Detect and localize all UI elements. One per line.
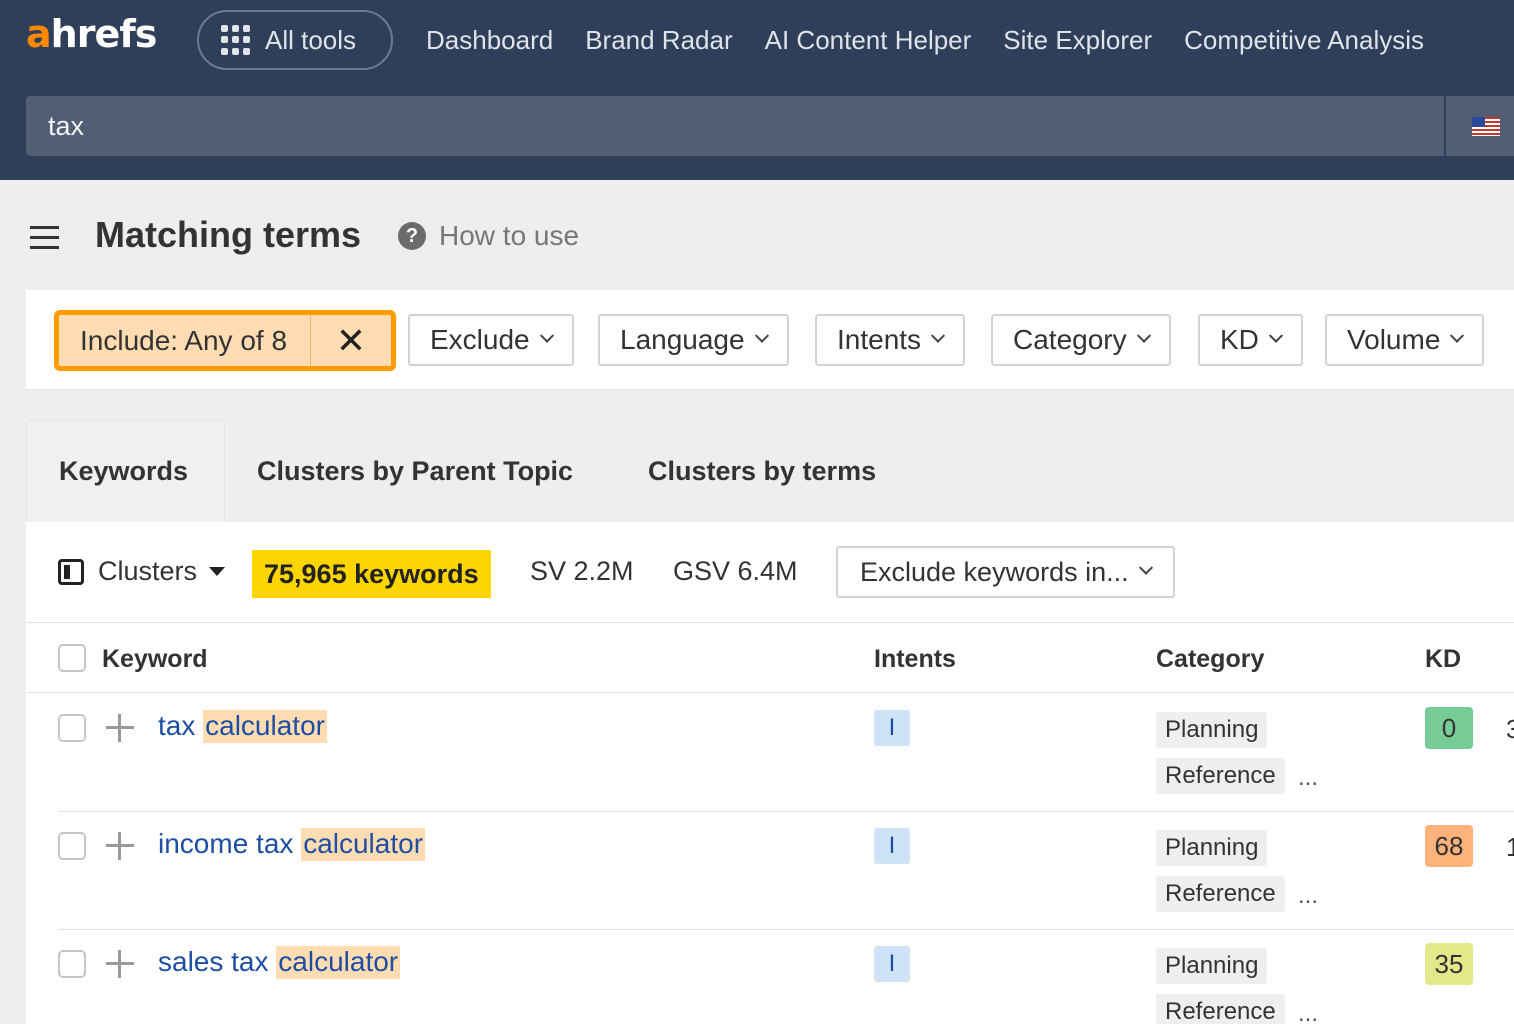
caret-down-icon [209,567,226,576]
all-tools-button[interactable]: All tools [197,10,393,70]
close-icon[interactable]: ✕ [311,320,391,362]
language-filter[interactable]: Language [598,314,789,366]
plus-icon[interactable] [106,950,134,978]
us-flag-icon [1472,116,1500,136]
nav-brand-radar[interactable]: Brand Radar [569,25,748,56]
chevron-down-icon [930,328,946,343]
table-row: income tax calculator I Planning Referen… [26,812,1514,930]
search-volume-stat: SV 2.2M [530,556,634,586]
nav-competitive-analysis[interactable]: Competitive Analysis [1168,25,1440,56]
chevron-down-icon [1450,328,1465,343]
chevron-down-icon [1136,328,1151,343]
top-nav: Dashboard Brand Radar AI Content Helper … [410,0,1440,80]
results-panel: Clusters 75,965 keywords SV 2.2M GSV 6.4… [26,522,1514,1024]
help-icon: ? [398,222,426,250]
intent-badge: I [874,828,910,864]
plus-icon[interactable] [106,714,134,742]
table-row: tax calculator I Planning Reference ... … [26,694,1514,812]
page-title: Matching terms [95,214,362,255]
kd-badge: 35 [1425,943,1473,985]
intents-filter[interactable]: Intents [815,314,966,366]
nav-dashboard[interactable]: Dashboard [410,25,569,56]
more-categories[interactable]: ... [1298,1000,1318,1024]
chevron-down-icon [1138,560,1153,575]
plus-icon[interactable] [106,832,134,860]
column-keyword[interactable]: Keyword [102,645,208,674]
kd-badge: 0 [1425,707,1473,749]
more-categories[interactable]: ... [1298,764,1318,792]
category-tag: Reference [1156,876,1285,912]
table-row: sales tax calculator I Planning Referenc… [26,930,1514,1024]
include-filter[interactable]: Include: Any of 8 ✕ [54,310,396,371]
tab-clusters-by-terms[interactable]: Clusters by terms [616,420,908,522]
volume-filter[interactable]: Volume [1325,314,1485,366]
category-tag: Planning [1156,712,1268,748]
category-filter[interactable]: Category [991,314,1171,366]
grid-icon [221,25,251,55]
search-input[interactable] [48,110,1444,142]
kd-badge: 68 [1425,825,1473,867]
tab-clusters-by-parent-topic[interactable]: Clusters by Parent Topic [225,420,605,522]
how-to-use-label: How to use [439,220,580,251]
keyword-link[interactable]: tax calculator [158,710,327,743]
keyword-link[interactable]: income tax calculator [158,828,426,861]
next-column-value: 1 [1506,832,1514,862]
country-selector[interactable] [1446,96,1514,156]
exclude-keywords-dropdown[interactable]: Exclude keywords in... [836,546,1175,598]
include-filter-label: Include: Any of 8 [59,315,311,366]
kd-filter[interactable]: KD [1198,314,1303,366]
row-checkbox[interactable] [58,714,86,742]
keyword-link[interactable]: sales tax calculator [158,946,401,979]
nav-site-explorer[interactable]: Site Explorer [987,25,1168,56]
intent-badge: I [874,710,910,746]
exclude-filter[interactable]: Exclude [408,314,574,366]
column-intents[interactable]: Intents [874,645,956,674]
chevron-down-icon [754,328,769,343]
how-to-use-link[interactable]: ? How to use [398,220,579,252]
tab-keywords[interactable]: Keywords [26,420,225,522]
next-column-value: 3 [1506,714,1514,744]
column-category[interactable]: Category [1156,645,1264,674]
category-tag: Planning [1156,948,1268,984]
results-toolbar: Clusters 75,965 keywords SV 2.2M GSV 6.4… [26,522,1514,623]
category-tag: Planning [1156,830,1268,866]
ahrefs-logo[interactable]: ahrefs [26,12,157,56]
filter-bar: Include: Any of 8 ✕ Exclude Language Int… [26,290,1514,390]
category-tag: Reference [1156,994,1285,1024]
all-tools-label: All tools [265,24,357,55]
keyword-count-badge: 75,965 keywords [252,550,491,598]
global-search-volume-stat: GSV 6.4M [673,556,798,586]
intent-badge: I [874,946,910,982]
select-all-checkbox[interactable] [58,644,86,672]
category-tag: Reference [1156,758,1285,794]
chevron-down-icon [1268,328,1283,343]
nav-ai-content-helper[interactable]: AI Content Helper [749,25,988,56]
clusters-toggle[interactable]: Clusters [58,556,226,587]
more-categories[interactable]: ... [1298,882,1318,910]
view-tabs: Keywords Clusters by Parent Topic Cluste… [26,420,1514,522]
menu-icon[interactable] [30,226,59,250]
chevron-down-icon [539,328,554,343]
sidebar-panel-icon [58,558,84,585]
row-checkbox[interactable] [58,950,86,978]
top-header: ahrefs All tools Dashboard Brand Radar A… [0,0,1514,180]
column-kd[interactable]: KD [1425,645,1461,674]
row-checkbox[interactable] [58,832,86,860]
keyword-search-bar [26,96,1444,156]
table-header: Keyword Intents Category KD [26,623,1514,693]
